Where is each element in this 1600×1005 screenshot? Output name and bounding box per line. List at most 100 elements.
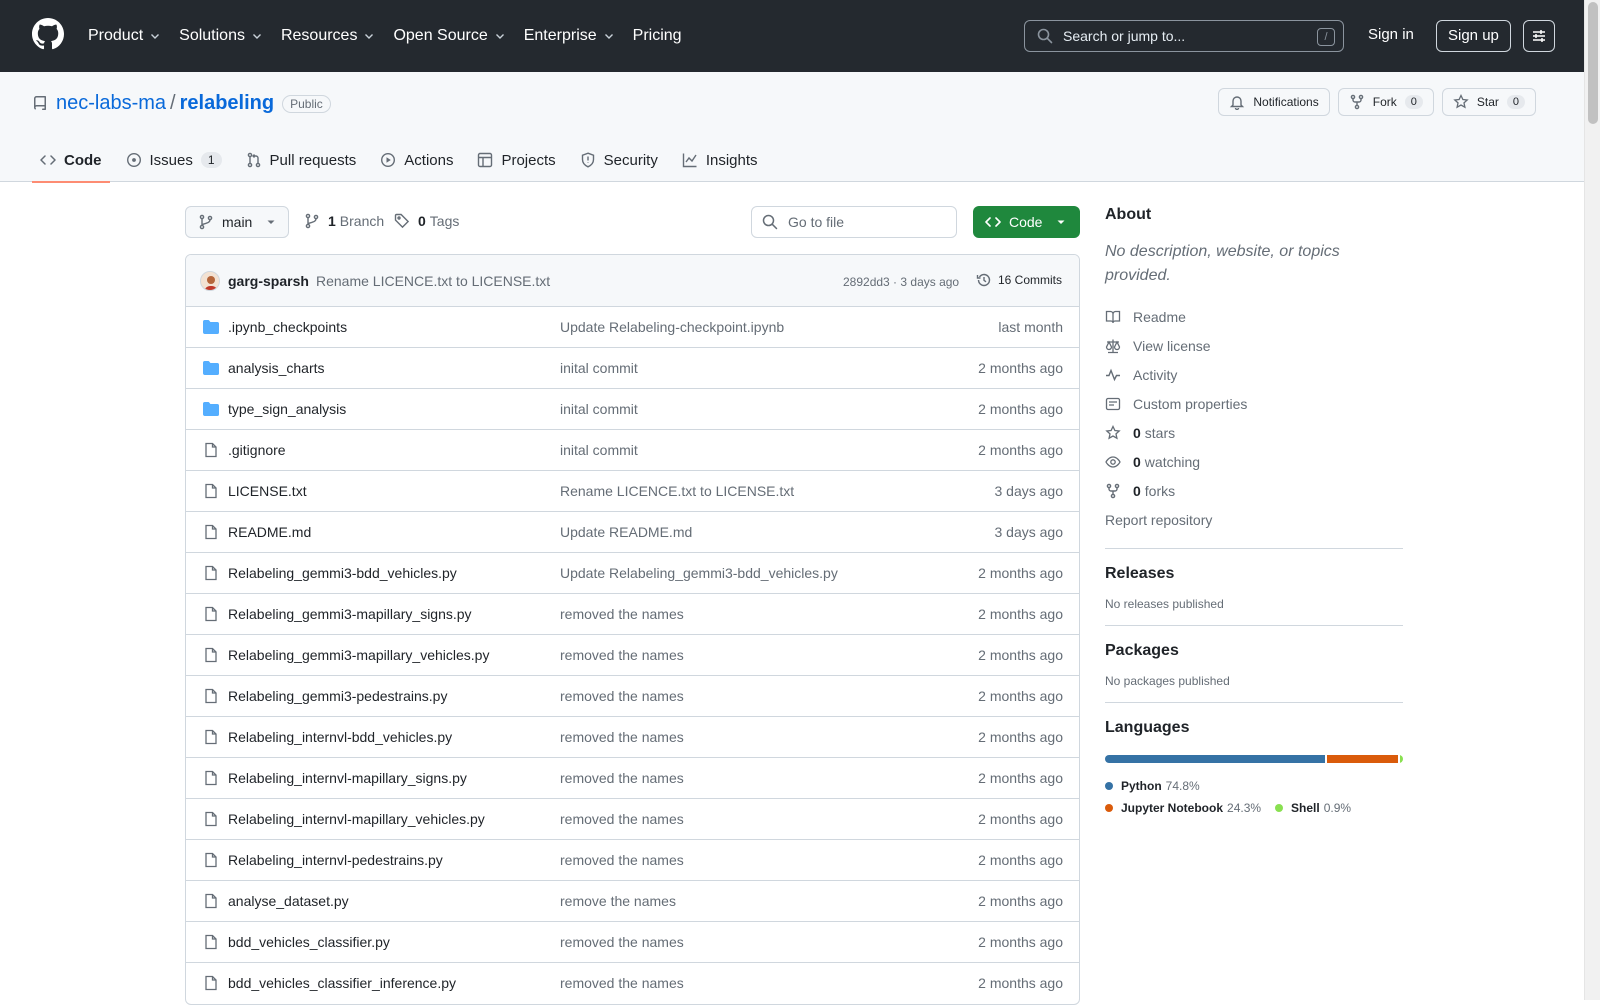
table-row[interactable]: Relabeling_gemmi3-bdd_vehicles.py Update … <box>186 553 1079 594</box>
sign-in-link[interactable]: Sign in <box>1368 26 1414 43</box>
topnav-product[interactable]: Product <box>88 20 161 52</box>
table-row[interactable]: bdd_vehicles_classifier.py removed the na… <box>186 922 1079 963</box>
file-commit-message[interactable]: removed the names <box>560 811 684 827</box>
about-link-watching[interactable]: 0 watching <box>1105 447 1403 476</box>
commit-message[interactable]: Rename LICENCE.txt to LICENSE.txt <box>316 273 550 289</box>
notifications-button[interactable]: Notifications <box>1218 88 1330 116</box>
topnav-enterprise[interactable]: Enterprise <box>524 20 615 52</box>
table-row[interactable]: analyse_dataset.py remove the names 2 mont… <box>186 881 1079 922</box>
file-commit-message[interactable]: removed the names <box>560 852 684 868</box>
tab-code[interactable]: Code <box>32 138 110 183</box>
table-row[interactable]: Relabeling_internvl-bdd_vehicles.py remov… <box>186 717 1079 758</box>
report-repository-link[interactable]: Report repository <box>1105 505 1403 534</box>
file-name-link[interactable]: bdd_vehicles_classifier.py <box>228 934 390 950</box>
tab-projects[interactable]: Projects <box>469 138 563 182</box>
file-commit-message[interactable]: Update Relabeling_gemmi3-bdd_vehicles.py <box>560 565 838 581</box>
about-link-stars[interactable]: 0 stars <box>1105 418 1403 447</box>
github-logo-icon[interactable] <box>32 18 64 50</box>
topnav-resources[interactable]: Resources <box>281 20 375 52</box>
commit-author[interactable]: garg-sparsh <box>228 273 309 289</box>
table-row[interactable]: Relabeling_gemmi3-mapillary_signs.py remo… <box>186 594 1079 635</box>
file-commit-message[interactable]: removed the names <box>560 647 684 663</box>
settings-menu-button[interactable] <box>1523 20 1555 52</box>
file-commit-message[interactable]: Rename LICENCE.txt to LICENSE.txt <box>560 483 794 499</box>
file-name-link[interactable]: Relabeling_internvl-mapillary_signs.py <box>228 770 467 786</box>
file-name-link[interactable]: Relabeling_internvl-pedestrains.py <box>228 852 443 868</box>
table-row[interactable]: Relabeling_internvl-mapillary_vehicles.p… <box>186 799 1079 840</box>
commits-link[interactable]: 16 Commits <box>976 272 1062 288</box>
releases-heading[interactable]: Releases <box>1105 565 1403 583</box>
repo-owner-link[interactable]: nec-labs-ma <box>56 92 166 115</box>
repo-name-link[interactable]: relabeling <box>180 92 274 115</box>
page-scrollbar[interactable] <box>1584 0 1600 1000</box>
file-name-link[interactable]: Relabeling_gemmi3-mapillary_signs.py <box>228 606 472 622</box>
language-item[interactable]: Shell 0.9% <box>1275 797 1351 819</box>
file-name-link[interactable]: Relabeling_gemmi3-bdd_vehicles.py <box>228 565 457 581</box>
language-item[interactable]: Jupyter Notebook 24.3% <box>1105 797 1261 819</box>
file-commit-message[interactable]: inital commit <box>560 360 638 376</box>
table-row[interactable]: .gitignore inital commit 2 months ago <box>186 430 1079 471</box>
branch-selector[interactable]: main <box>185 206 290 238</box>
table-row[interactable]: Relabeling_gemmi3-mapillary_vehicles.py r… <box>186 635 1079 676</box>
topnav-pricing[interactable]: Pricing <box>633 20 682 52</box>
file-name-link[interactable]: Relabeling_internvl-mapillary_vehicles.p… <box>228 811 485 827</box>
file-name-link[interactable]: analysis_charts <box>228 360 325 376</box>
tab-security[interactable]: Security <box>572 138 666 182</box>
commit-sha-time[interactable]: 2892dd3 · 3 days ago <box>843 275 959 289</box>
tab-actions[interactable]: Actions <box>372 138 461 182</box>
file-commit-message[interactable]: inital commit <box>560 442 638 458</box>
file-name-link[interactable]: .gitignore <box>228 442 286 458</box>
code-dropdown-button[interactable]: Code <box>973 206 1080 238</box>
table-row[interactable]: README.md Update README.md 3 days ago <box>186 512 1079 553</box>
topnav-open-source[interactable]: Open Source <box>393 20 505 52</box>
file-name-link[interactable]: Relabeling_gemmi3-pedestrains.py <box>228 688 447 704</box>
file-name-link[interactable]: bdd_vehicles_classifier_inference.py <box>228 975 456 991</box>
table-row[interactable]: analysis_charts inital commit 2 months ago <box>186 348 1079 389</box>
language-item[interactable]: Python 74.8% <box>1105 775 1200 797</box>
file-commit-message[interactable]: Update Relabeling-checkpoint.ipynb <box>560 319 784 335</box>
table-row[interactable]: bdd_vehicles_classifier_inference.py remo… <box>186 963 1079 1004</box>
file-name-link[interactable]: README.md <box>228 524 311 540</box>
file-commit-message[interactable]: removed the names <box>560 770 684 786</box>
tab-issues[interactable]: Issues 1 <box>118 138 230 182</box>
file-name-link[interactable]: Relabeling_internvl-bdd_vehicles.py <box>228 729 452 745</box>
file-commit-message[interactable]: remove the names <box>560 893 676 909</box>
table-row[interactable]: .ipynb_checkpoints Update Relabeling-chec… <box>186 307 1079 348</box>
about-link-label: stars <box>1144 424 1176 441</box>
file-commit-message[interactable]: Update README.md <box>560 524 692 540</box>
tab-insights[interactable]: Insights <box>674 138 766 182</box>
file-name-link[interactable]: analyse_dataset.py <box>228 893 349 909</box>
scrollbar-thumb[interactable] <box>1588 2 1598 124</box>
file-commit-message[interactable]: removed the names <box>560 688 684 704</box>
about-link-activity[interactable]: Activity <box>1105 360 1403 389</box>
table-row[interactable]: Relabeling_internvl-mapillary_signs.py re… <box>186 758 1079 799</box>
tab-pull-requests[interactable]: Pull requests <box>238 138 365 182</box>
file-name-link[interactable]: type_sign_analysis <box>228 401 346 417</box>
packages-heading[interactable]: Packages <box>1105 642 1403 660</box>
avatar[interactable] <box>200 271 220 291</box>
file-commit-message[interactable]: removed the names <box>560 729 684 745</box>
file-name-link[interactable]: Relabeling_gemmi3-mapillary_vehicles.py <box>228 647 489 663</box>
table-row[interactable]: Relabeling_gemmi3-pedestrains.py removed … <box>186 676 1079 717</box>
about-link-custom-properties[interactable]: Custom properties <box>1105 389 1403 418</box>
about-link-view-license[interactable]: View license <box>1105 331 1403 360</box>
tags-link[interactable]: 0 Tags <box>394 213 459 229</box>
go-to-file-input[interactable]: Go to file <box>751 206 957 238</box>
file-commit-message[interactable]: removed the names <box>560 934 684 950</box>
global-search-input[interactable]: Search or jump to... / <box>1024 20 1344 52</box>
table-row[interactable]: type_sign_analysis inital commit 2 months … <box>186 389 1079 430</box>
file-commit-message[interactable]: removed the names <box>560 606 684 622</box>
branches-link[interactable]: 1 Branch <box>304 213 384 229</box>
sign-up-button[interactable]: Sign up <box>1436 20 1511 52</box>
file-commit-message[interactable]: inital commit <box>560 401 638 417</box>
file-name-link[interactable]: LICENSE.txt <box>228 483 307 499</box>
file-name-link[interactable]: .ipynb_checkpoints <box>228 319 347 335</box>
table-row[interactable]: Relabeling_internvl-pedestrains.py remove… <box>186 840 1079 881</box>
fork-button[interactable]: Fork 0 <box>1337 88 1434 116</box>
about-link-readme[interactable]: Readme <box>1105 302 1403 331</box>
topnav-solutions[interactable]: Solutions <box>179 20 263 52</box>
star-button[interactable]: Star 0 <box>1441 88 1536 116</box>
about-link-forks[interactable]: 0 forks <box>1105 476 1403 505</box>
file-commit-message[interactable]: removed the names <box>560 975 684 991</box>
table-row[interactable]: LICENSE.txt Rename LICENCE.txt to LICENSE… <box>186 471 1079 512</box>
